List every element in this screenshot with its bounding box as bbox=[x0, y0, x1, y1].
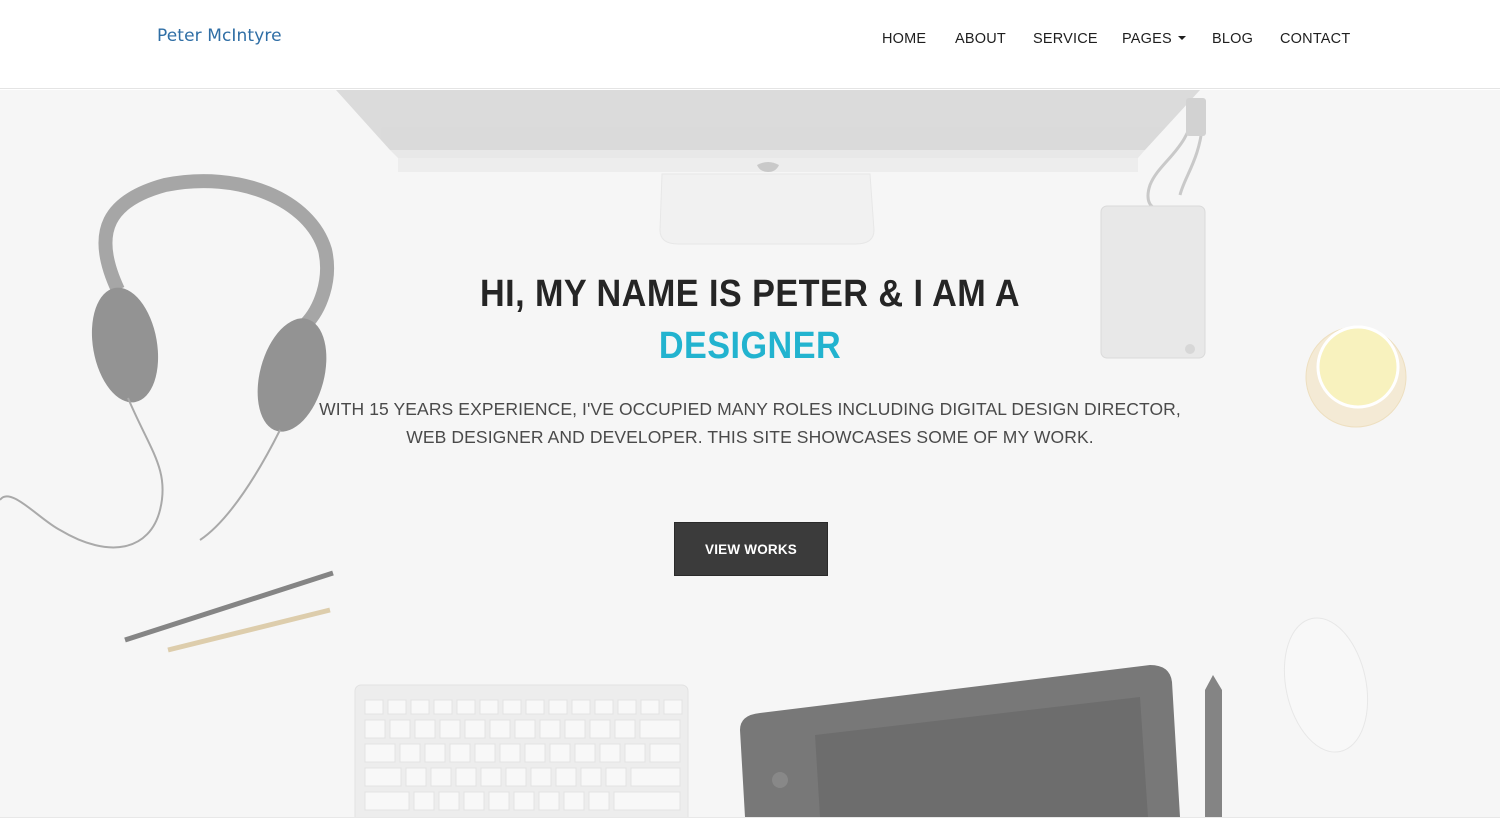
nav-pages[interactable]: PAGES bbox=[1122, 31, 1186, 47]
view-works-button[interactable]: VIEW WORKS bbox=[674, 522, 828, 576]
hero-intro-line2: WEB DESIGNER AND DEVELOPER. THIS SITE SH… bbox=[406, 427, 1094, 447]
nav-blog[interactable]: BLOG bbox=[1212, 31, 1253, 47]
desk-background-image bbox=[0, 90, 1500, 817]
top-navbar: Peter McIntyre HOME ABOUT SERVICE PAGES … bbox=[0, 0, 1500, 89]
nav-pages-label: PAGES bbox=[1122, 31, 1172, 47]
hero-role: DESIGNER bbox=[658, 325, 842, 367]
caret-down-icon bbox=[1177, 36, 1186, 40]
hero-section: HI, MY NAME IS PETER & I AM A DESIGNER W… bbox=[0, 90, 1500, 817]
main-nav: HOME ABOUT SERVICE PAGES BLOG CONTACT bbox=[0, 31, 1500, 51]
hero-headline: HI, MY NAME IS PETER & I AM A bbox=[479, 273, 1021, 315]
hero-intro: WITH 15 YEARS EXPERIENCE, I'VE OCCUPIED … bbox=[300, 395, 1200, 451]
hero-intro-line1: WITH 15 YEARS EXPERIENCE, I'VE OCCUPIED … bbox=[319, 399, 1181, 419]
nav-service[interactable]: SERVICE bbox=[1033, 31, 1098, 47]
page-bottom-strip bbox=[0, 817, 1500, 833]
nav-contact[interactable]: CONTACT bbox=[1280, 31, 1350, 47]
nav-home[interactable]: HOME bbox=[882, 31, 926, 47]
nav-about[interactable]: ABOUT bbox=[955, 31, 1006, 47]
